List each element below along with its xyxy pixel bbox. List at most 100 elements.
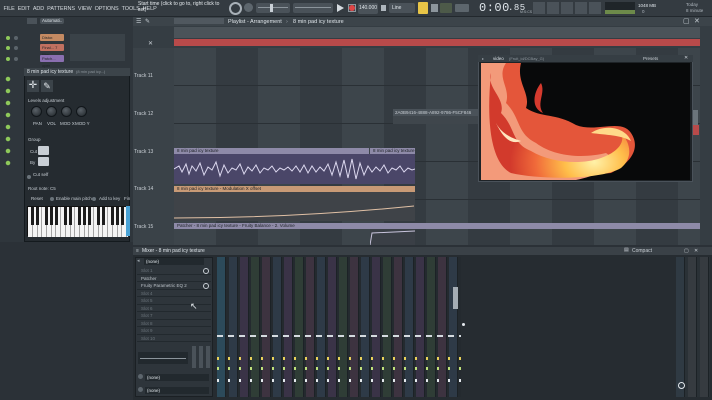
mixer-track-21[interactable] [449,257,458,397]
master-pitch-slider[interactable] [293,3,333,13]
route-indicators[interactable] [217,357,461,360]
channel-pan-knob-1[interactable] [14,36,18,40]
channel-button-3[interactable]: Patch... oper [40,55,64,68]
mixer-track-19[interactable] [427,257,436,397]
effect-slot-5[interactable]: Slot 5 [137,297,211,305]
playlist-scroll-marker[interactable] [693,125,699,135]
channel-led-2[interactable] [6,46,10,50]
mute-leds[interactable] [217,367,461,370]
playlist-button-icon[interactable] [575,2,587,14]
patcher-clip-body[interactable] [370,229,415,245]
volume-knob[interactable] [46,106,57,117]
song-mode-icon[interactable] [244,3,253,12]
mixer-track-1[interactable] [229,257,238,397]
master-volume-slider[interactable] [256,3,290,13]
master-send-knob[interactable] [678,382,685,389]
fader-caps[interactable] [217,335,461,337]
output-select-2[interactable]: (none) [145,387,209,394]
add-to-key-toggle[interactable] [92,197,96,201]
effect-slot-4[interactable]: Slot 4 [137,290,211,297]
plugin-wrench-icon[interactable]: ✎ [41,80,53,92]
effect-slot-6[interactable]: Slot 6 [137,305,211,312]
reset-button[interactable]: Reset [31,196,43,201]
menu-edit[interactable]: EDIT [16,2,31,16]
menu-add[interactable]: ADD [31,2,45,16]
track14-automation-body[interactable] [174,192,415,221]
mixer-current-track-1[interactable] [676,257,685,397]
time-marker-bar[interactable] [174,39,700,46]
track13-waveform[interactable] [174,154,415,184]
output-1-icon[interactable] [138,374,143,379]
mixer-track-3[interactable] [251,257,260,397]
mixer-current-track-2[interactable] [688,257,697,397]
mixer-track-18[interactable] [416,257,425,397]
mixer-track-6[interactable] [284,257,293,397]
browser-button-icon[interactable] [589,2,601,14]
mod-x-knob[interactable] [61,106,72,117]
output-2-icon[interactable] [138,387,143,392]
mixer-track-5[interactable] [273,257,282,397]
rack-menu-icon[interactable] [27,18,37,24]
play-icon[interactable] [337,4,344,12]
effect-slot-1[interactable]: Slot 1 [137,267,211,275]
channel-led-3[interactable] [6,57,10,61]
channel-button-2[interactable]: Final... 7 filter [40,44,64,57]
piano-roll-button-icon[interactable] [561,2,573,14]
menu-file[interactable]: FILE [2,2,16,16]
countdown-icon[interactable] [431,4,438,12]
playlist-close-icon[interactable]: ✕ [694,18,702,25]
wait-input-icon[interactable] [440,3,452,13]
playlist-maximize-icon[interactable]: ▢ [683,18,691,25]
playlist-back-icon[interactable]: ✕ [148,40,153,47]
enable-main-pitch-toggle[interactable] [50,197,54,201]
plugin-settings-icon[interactable]: ✛ [27,80,39,92]
playlist-ruler[interactable] [174,27,700,38]
video-presets-button[interactable]: Presets [643,56,658,61]
mixer-track-16[interactable] [394,257,403,397]
channel-pan-knob-3[interactable] [14,57,18,61]
track12-clip-body[interactable] [393,116,480,124]
track-12-label[interactable]: Track 12 [134,111,153,117]
mixer-track-9[interactable] [317,257,326,397]
cut-by-selector[interactable] [38,157,49,166]
root-note-keyboard[interactable] [27,206,128,237]
send-knobs[interactable] [217,379,461,382]
playlist-tools-strip[interactable] [174,18,224,24]
video-menu-icon[interactable]: ▸ [482,56,484,61]
output-select-1[interactable]: (none) [145,374,209,381]
mixer-track-2[interactable] [240,257,249,397]
slot-mix-knob-1[interactable] [203,268,209,274]
patcher-clip-header[interactable]: Patcher - 8 min pad icy texture - Fruity… [174,223,700,229]
track12-clip[interactable]: 2A0B9416-4888-A892-9786-F5CF846 [393,109,480,116]
mixer-track-11[interactable] [339,257,348,397]
mixer-view-icon[interactable]: ▤ [624,247,629,253]
playlist-menu-icon[interactable]: ☰ [136,18,141,25]
menu-patterns[interactable]: PATTERNS [46,2,77,16]
video-close-icon[interactable]: ✕ [684,55,688,61]
effect-slot-9[interactable]: Slot 9 [137,327,211,335]
cut-self-toggle[interactable] [27,175,31,179]
cut-group-selector[interactable] [38,146,49,155]
mixer-track-13[interactable] [361,257,370,397]
typing-keyboard-icon[interactable] [418,2,428,14]
mixer-button-icon[interactable] [533,2,545,14]
snap-select[interactable]: Line [389,3,415,13]
mixer-current-track-3[interactable] [700,257,709,397]
channel-rack-button-icon[interactable] [547,2,559,14]
effect-slot-8[interactable]: Slot 8 [137,320,211,327]
mixer-track-17[interactable] [405,257,414,397]
mixer-track-7[interactable] [295,257,304,397]
insert-eq-slider-2[interactable] [199,346,203,368]
channel-button-1[interactable]: Distor. offset [40,34,64,47]
playlist-tools-icon[interactable]: ✎ [145,18,150,25]
track-13-label[interactable]: Track 13 [134,149,153,155]
mod-y-knob[interactable] [76,106,87,117]
track-15-label[interactable]: Track 15 [134,224,153,230]
track-11-label[interactable]: Track 11 [134,73,153,79]
mixer-track-15[interactable] [383,257,392,397]
menu-options[interactable]: OPTIONS [93,2,120,16]
loop-record-icon[interactable] [455,4,469,12]
insert-preset-select[interactable]: (none) [144,258,204,265]
effect-slot-10[interactable]: Slot 10 [137,335,211,342]
song-time[interactable]: 0:00 [479,1,510,15]
